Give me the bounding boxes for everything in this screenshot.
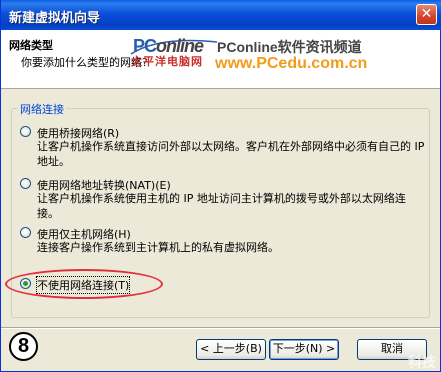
page-title: 网络类型 <box>9 39 53 52</box>
step-badge: 8 <box>9 332 38 361</box>
radio-nat[interactable] <box>20 178 31 189</box>
group-legend: 网络连接 <box>18 101 66 117</box>
option-host-only-desc: 连接客户操作系统到主计算机上的私有虚拟网络。 <box>37 241 279 254</box>
close-icon: ✕ <box>420 6 433 22</box>
close-button[interactable]: ✕ <box>416 4 437 25</box>
logo-cn-text: 太平洋电脑网 <box>131 55 203 68</box>
back-button[interactable]: < 上一步(B) <box>196 339 266 360</box>
corner-watermark: 科技 <box>408 355 436 371</box>
button-separator <box>1 327 440 329</box>
option-bridged-desc: 让客户机操作系统直接访问外部以太网络。客户机在外部网络中必须有自己的 IP 地址… <box>37 140 425 168</box>
title-bar[interactable]: 新建虚拟机向导 ✕ <box>1 0 441 30</box>
pconline-logo: PConline <box>129 34 219 56</box>
wizard-window: 新建虚拟机向导 ✕ 网络类型 你要添加什么类型的网络? PConline 太平洋… <box>0 0 441 372</box>
radio-host-only[interactable] <box>20 227 31 238</box>
window-title: 新建虚拟机向导 <box>9 11 101 26</box>
watermark-url: www.PCedu.com.cn <box>215 55 368 72</box>
watermark-site-name: PConline软件资讯频道 <box>217 39 362 55</box>
radio-bridged[interactable] <box>20 126 31 137</box>
next-button[interactable]: 下一步(N) > <box>269 339 339 360</box>
option-nat-desc: 让客户机操作系统使用主机的 IP 地址访问主计算机的拨号或外部以太网络连接。 <box>37 192 406 220</box>
highlight-ellipse <box>5 269 163 299</box>
